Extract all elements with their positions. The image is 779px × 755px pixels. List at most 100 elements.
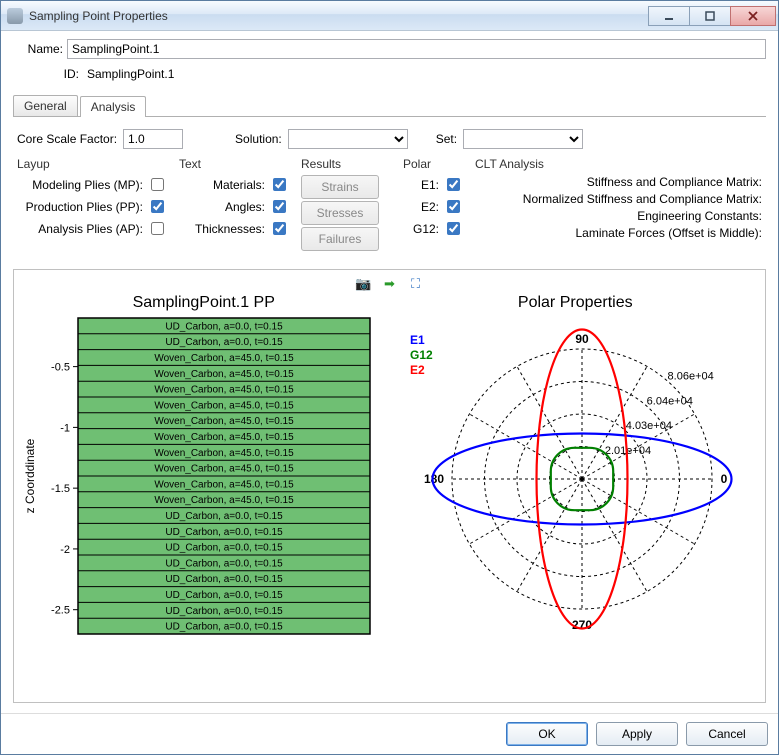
svg-text:UD_Carbon, a=0.0, t=0.15: UD_Carbon, a=0.0, t=0.15 (165, 337, 283, 348)
svg-text:UD_Carbon, a=0.0, t=0.15: UD_Carbon, a=0.0, t=0.15 (165, 606, 283, 617)
pp-checkbox[interactable] (151, 200, 164, 213)
maximize-button[interactable] (689, 6, 731, 26)
svg-text:6.04e+04: 6.04e+04 (646, 395, 692, 407)
window: Sampling Point Properties Name: ID: Samp… (0, 0, 779, 755)
materials-label: Materials: (213, 178, 265, 192)
svg-text:UD_Carbon, a=0.0, t=0.15: UD_Carbon, a=0.0, t=0.15 (165, 511, 283, 522)
svg-text:270: 270 (571, 618, 591, 632)
tabs: General Analysis (13, 95, 766, 117)
tab-analysis[interactable]: Analysis (80, 96, 147, 117)
svg-text:Woven_Carbon, a=45.0, t=0.15: Woven_Carbon, a=45.0, t=0.15 (154, 432, 294, 443)
chart-area: 📷 ➡ ⛶ SamplingPoint.1 PP UD_Carbon, a=0.… (13, 269, 766, 703)
tab-body-analysis: Core Scale Factor: Solution: Set: Layup … (13, 121, 766, 257)
svg-text:UD_Carbon, a=0.0, t=0.15: UD_Carbon, a=0.0, t=0.15 (165, 574, 283, 585)
angles-label: Angles: (225, 200, 265, 214)
titlebar: Sampling Point Properties (1, 1, 778, 31)
svg-text:0: 0 (720, 472, 727, 486)
tab-general[interactable]: General (13, 95, 78, 116)
expand-icon[interactable]: ⛶ (408, 276, 424, 292)
svg-text:UD_Carbon, a=0.0, t=0.15: UD_Carbon, a=0.0, t=0.15 (165, 622, 283, 633)
svg-text:z Coorddinate: z Coorddinate (23, 438, 37, 513)
cancel-button[interactable]: Cancel (686, 722, 768, 746)
apply-button[interactable]: Apply (596, 722, 678, 746)
svg-text:UD_Carbon, a=0.0, t=0.15: UD_Carbon, a=0.0, t=0.15 (165, 590, 283, 601)
layup-title: Layup (17, 157, 167, 171)
core-scale-label: Core Scale Factor: (17, 132, 117, 146)
svg-text:Woven_Carbon, a=45.0, t=0.15: Woven_Carbon, a=45.0, t=0.15 (154, 353, 294, 364)
polar-chart-title: Polar Properties (392, 294, 760, 312)
ap-checkbox[interactable] (151, 222, 164, 235)
text-title: Text (179, 157, 289, 171)
minimize-button[interactable] (648, 6, 690, 26)
dialog-content: Name: ID: SamplingPoint.1 General Analys… (1, 31, 778, 713)
set-label: Set: (436, 132, 457, 146)
clt-title: CLT Analysis (475, 157, 762, 171)
e2-checkbox[interactable] (447, 200, 460, 213)
id-value: SamplingPoint.1 (83, 65, 178, 83)
pp-label: Production Plies (PP): (26, 200, 143, 214)
id-label: ID: (29, 67, 79, 81)
svg-text:UD_Carbon, a=0.0, t=0.15: UD_Carbon, a=0.0, t=0.15 (165, 543, 283, 554)
mp-label: Modeling Plies (MP): (32, 178, 143, 192)
strains-button[interactable]: Strains (301, 175, 379, 199)
angles-checkbox[interactable] (273, 200, 286, 213)
button-bar: OK Apply Cancel (1, 713, 778, 754)
svg-text:-2: -2 (60, 544, 70, 556)
svg-text:E1: E1 (410, 333, 425, 347)
svg-text:E2: E2 (410, 363, 425, 377)
svg-text:Woven_Carbon, a=45.0, t=0.15: Woven_Carbon, a=45.0, t=0.15 (154, 479, 294, 490)
solution-label: Solution: (235, 132, 282, 146)
core-scale-input[interactable] (123, 129, 183, 149)
arrow-right-icon[interactable]: ➡ (382, 276, 398, 292)
svg-text:8.06e+04: 8.06e+04 (667, 370, 713, 382)
polar-title: Polar (403, 157, 463, 171)
window-buttons (649, 6, 776, 26)
name-input[interactable] (67, 39, 766, 59)
svg-text:-1.5: -1.5 (51, 483, 70, 495)
svg-text:90: 90 (575, 332, 589, 346)
e1-label: E1: (421, 178, 439, 192)
svg-text:UD_Carbon, a=0.0, t=0.15: UD_Carbon, a=0.0, t=0.15 (165, 558, 283, 569)
svg-text:-1: -1 (60, 422, 70, 434)
camera-icon[interactable]: 📷 (356, 276, 372, 292)
chart-toolbar: 📷 ➡ ⛶ (20, 276, 759, 292)
window-title: Sampling Point Properties (29, 9, 643, 23)
polar-chart: Polar Properties 0901802702.01e+044.03e+… (392, 294, 760, 696)
close-button[interactable] (730, 6, 776, 26)
thicknesses-checkbox[interactable] (273, 222, 286, 235)
set-select[interactable] (463, 129, 583, 149)
layup-chart-title: SamplingPoint.1 PP (20, 294, 388, 312)
e1-checkbox[interactable] (447, 178, 460, 191)
e2-label: E2: (421, 200, 439, 214)
ap-label: Analysis Plies (AP): (38, 222, 143, 236)
clt-row3: Engineering Constants: (475, 209, 762, 223)
ok-button[interactable]: OK (506, 722, 588, 746)
stresses-button[interactable]: Stresses (301, 201, 379, 225)
polar-svg: 0901802702.01e+044.03e+046.04e+048.06e+0… (392, 314, 752, 644)
svg-text:Woven_Carbon, a=45.0, t=0.15: Woven_Carbon, a=45.0, t=0.15 (154, 400, 294, 411)
results-title: Results (301, 157, 391, 171)
mp-checkbox[interactable] (151, 178, 164, 191)
svg-text:-0.5: -0.5 (51, 362, 70, 374)
svg-text:Woven_Carbon, a=45.0, t=0.15: Woven_Carbon, a=45.0, t=0.15 (154, 385, 294, 396)
materials-checkbox[interactable] (273, 178, 286, 191)
svg-text:Woven_Carbon, a=45.0, t=0.15: Woven_Carbon, a=45.0, t=0.15 (154, 369, 294, 380)
layup-chart: SamplingPoint.1 PP UD_Carbon, a=0.0, t=0… (20, 294, 388, 696)
svg-text:4.03e+04: 4.03e+04 (625, 420, 671, 432)
name-label: Name: (13, 42, 63, 56)
svg-text:-2.5: -2.5 (51, 605, 70, 617)
solution-select[interactable] (288, 129, 408, 149)
clt-row2: Normalized Stiffness and Compliance Matr… (475, 192, 762, 206)
svg-text:Woven_Carbon, a=45.0, t=0.15: Woven_Carbon, a=45.0, t=0.15 (154, 495, 294, 506)
svg-text:Woven_Carbon, a=45.0, t=0.15: Woven_Carbon, a=45.0, t=0.15 (154, 464, 294, 475)
g12-checkbox[interactable] (447, 222, 460, 235)
layup-svg: UD_Carbon, a=0.0, t=0.15 UD_Carbon, a=0.0… (20, 314, 380, 644)
clt-row1: Stiffness and Compliance Matrix: (475, 175, 762, 189)
failures-button[interactable]: Failures (301, 227, 379, 251)
svg-text:G12: G12 (410, 348, 433, 362)
app-icon (7, 8, 23, 24)
svg-text:UD_Carbon, a=0.0, t=0.15: UD_Carbon, a=0.0, t=0.15 (165, 527, 283, 538)
svg-text:UD_Carbon, a=0.0, t=0.15: UD_Carbon, a=0.0, t=0.15 (165, 321, 283, 332)
clt-row4: Laminate Forces (Offset is Middle): (475, 226, 762, 240)
svg-text:Woven_Carbon, a=45.0, t=0.15: Woven_Carbon, a=45.0, t=0.15 (154, 416, 294, 427)
